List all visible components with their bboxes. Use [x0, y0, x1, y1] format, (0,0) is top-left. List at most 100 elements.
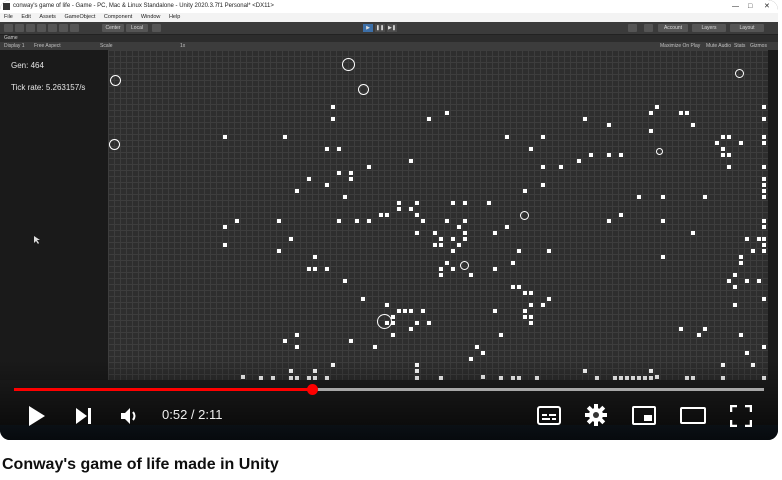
live-cell — [733, 303, 737, 307]
cloud-icon[interactable] — [644, 24, 653, 32]
menu-component[interactable]: Component — [104, 14, 132, 20]
menu-edit[interactable]: Edit — [21, 14, 30, 20]
rotate-tool-icon[interactable] — [26, 24, 35, 32]
collab-icon[interactable] — [628, 24, 637, 32]
live-cell — [691, 123, 695, 127]
tab-game[interactable]: Game — [4, 35, 18, 41]
pivot-local-button[interactable]: Local — [126, 24, 148, 32]
live-cell — [541, 165, 545, 169]
live-cell — [223, 243, 227, 247]
live-cell — [463, 237, 467, 241]
live-cell — [619, 213, 623, 217]
live-cell — [415, 321, 419, 325]
volume-button[interactable] — [120, 407, 140, 425]
live-cell — [703, 195, 707, 199]
scale-tool-icon[interactable] — [37, 24, 46, 32]
live-cell — [517, 285, 521, 289]
live-cell — [439, 273, 443, 277]
menu-file[interactable]: File — [4, 14, 13, 20]
live-cell — [283, 135, 287, 139]
fullscreen-button[interactable] — [730, 405, 752, 427]
menu-window[interactable]: Window — [141, 14, 161, 20]
live-cell — [523, 315, 527, 319]
live-cell — [457, 225, 461, 229]
account-dropdown[interactable]: Account — [658, 24, 688, 32]
pivot-center-button[interactable]: Center — [102, 24, 124, 32]
aspect-dropdown[interactable]: Free Aspect — [34, 42, 61, 50]
live-cell — [295, 333, 299, 337]
play-button[interactable] — [27, 405, 47, 427]
settings-button[interactable] — [585, 404, 607, 426]
live-cell — [349, 339, 353, 343]
settings-icon — [585, 404, 607, 426]
live-cell — [589, 153, 593, 157]
live-cell — [762, 345, 766, 349]
layout-dropdown[interactable]: Layout — [730, 24, 764, 32]
live-cell — [409, 159, 413, 163]
display-dropdown[interactable]: Display 1 — [4, 42, 25, 50]
life-grid — [108, 50, 768, 380]
live-cell — [661, 255, 665, 259]
layers-dropdown[interactable]: Layers — [692, 24, 726, 32]
close-icon[interactable]: ✕ — [764, 0, 770, 13]
menu-gameobject[interactable]: GameObject — [64, 14, 95, 20]
minimize-icon[interactable]: — — [732, 0, 739, 13]
mute-audio-toggle[interactable]: Mute Audio — [706, 42, 731, 50]
live-cell — [619, 153, 623, 157]
live-cell — [427, 321, 431, 325]
live-cell — [433, 231, 437, 235]
move-tool-icon[interactable] — [15, 24, 24, 32]
live-cell — [762, 237, 766, 241]
live-cell — [685, 111, 689, 115]
live-cell — [373, 345, 377, 349]
maximize-icon[interactable]: □ — [748, 0, 752, 13]
live-cell — [715, 141, 719, 145]
live-cell — [307, 267, 311, 271]
live-cell — [331, 105, 335, 109]
transform-tool-icon[interactable] — [59, 24, 68, 32]
live-cell — [649, 111, 653, 115]
editor-play-button[interactable]: ▶ — [363, 24, 373, 32]
grid-snap-icon[interactable] — [152, 24, 161, 32]
live-cell — [721, 135, 725, 139]
live-cell — [367, 219, 371, 223]
maximize-on-play-toggle[interactable]: Maximize On Play — [660, 42, 700, 50]
video-player[interactable]: conway's game of life - Game - PC, Mac &… — [0, 0, 778, 440]
theater-mode-button[interactable] — [680, 406, 706, 425]
theater-icon — [680, 407, 706, 424]
editor-menubar: File Edit Assets GameObject Component Wi… — [0, 13, 778, 22]
editor-pause-button[interactable]: ❚❚ — [375, 24, 385, 32]
stats-toggle[interactable]: Stats — [734, 42, 745, 50]
live-cell — [727, 165, 731, 169]
live-cell — [337, 147, 341, 151]
live-cell — [493, 267, 497, 271]
live-cell — [607, 153, 611, 157]
live-cell — [451, 201, 455, 205]
live-cell — [762, 297, 766, 301]
next-button[interactable] — [74, 406, 94, 426]
progress-scrubber[interactable] — [306, 384, 318, 395]
oscillator-ring — [377, 314, 392, 329]
video-title: Conway's game of life made in Unity — [2, 456, 279, 473]
live-cell — [547, 297, 551, 301]
menu-assets[interactable]: Assets — [39, 14, 56, 20]
oscillator-ring — [520, 211, 529, 220]
live-cell — [415, 201, 419, 205]
live-cell — [511, 285, 515, 289]
custom-tool-icon[interactable] — [70, 24, 79, 32]
live-cell — [529, 315, 533, 319]
rect-tool-icon[interactable] — [48, 24, 57, 32]
live-cell — [343, 195, 347, 199]
hand-tool-icon[interactable] — [4, 24, 13, 32]
controls-gradient — [0, 360, 778, 440]
miniplayer-button[interactable] — [632, 406, 656, 425]
live-cell — [283, 339, 287, 343]
subtitles-button[interactable] — [537, 406, 561, 425]
editor-step-button[interactable]: ▶❚ — [387, 24, 397, 32]
gizmos-dropdown[interactable]: Gizmos — [750, 42, 767, 50]
menu-help[interactable]: Help — [169, 14, 180, 20]
oscillator-ring — [110, 75, 121, 86]
live-cell — [223, 135, 227, 139]
live-cell — [439, 237, 443, 241]
live-cell — [433, 243, 437, 247]
